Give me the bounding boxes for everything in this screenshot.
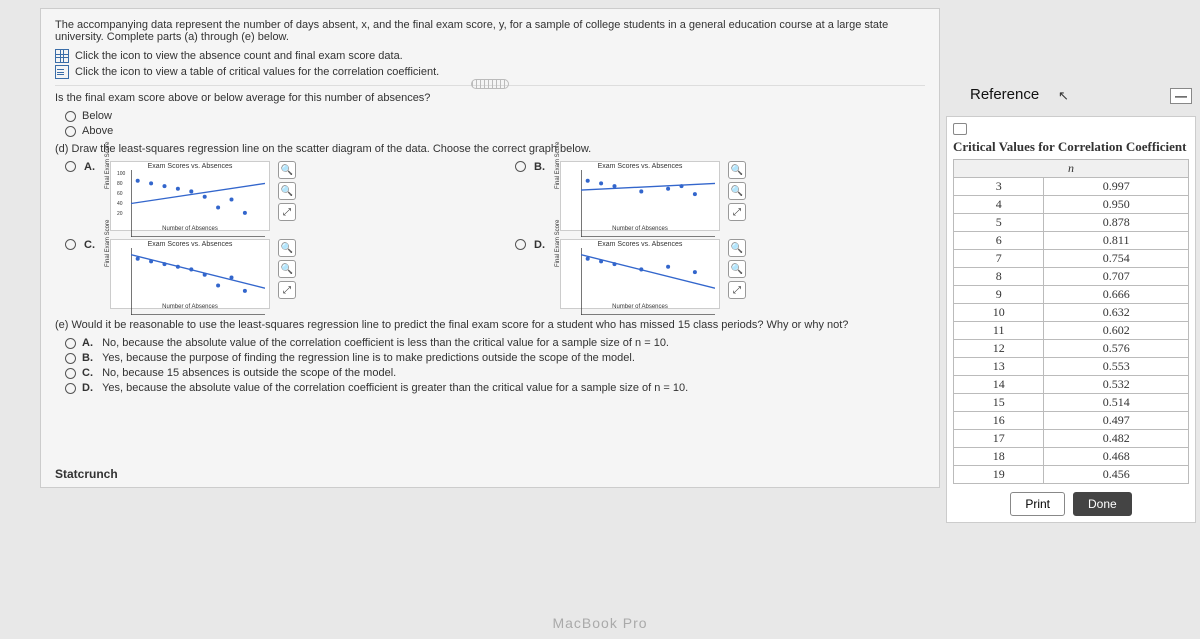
radio-above[interactable]: Above [65,125,925,137]
reference-panel: Critical Values for Correlation Coeffici… [946,116,1196,523]
table-row: 150.514 [954,394,1189,412]
radio-icon [65,338,76,349]
mini-chart-a: Exam Scores vs. Absences Final Exam Scor… [110,161,270,231]
zoom-in-icon[interactable]: 🔍 [728,239,746,257]
table-row: 80.707 [954,268,1189,286]
expand-icon[interactable]: ⤢ [278,281,296,299]
crit-link-text: Click the icon to view a table of critic… [75,66,439,78]
e-option-c[interactable]: C. No, because 15 absences is outside th… [65,367,925,379]
option-label: B. [534,161,552,173]
zoom-out-icon[interactable]: 🔍 [278,260,296,278]
zoom-out-icon[interactable]: 🔍 [728,182,746,200]
table-row: 50.878 [954,214,1189,232]
mini-chart-d: Exam Scores vs. Absences Final Exam Scor… [560,239,720,309]
radio-icon [65,126,76,137]
reference-title: Critical Values for Correlation Coeffici… [953,139,1189,155]
table-header-n: n [954,160,1189,178]
graph-option-d[interactable]: D. Exam Scores vs. Absences Final Exam S… [515,239,925,309]
table-row: 180.468 [954,448,1189,466]
done-button[interactable]: Done [1073,492,1132,516]
radio-icon [65,353,76,364]
e-option-a[interactable]: A. No, because the absolute value of the… [65,337,925,349]
table-row: 190.456 [954,466,1189,484]
radio-icon [65,239,76,250]
table-row: 90.666 [954,286,1189,304]
intro-text: The accompanying data represent the numb… [55,19,925,43]
radio-label: Above [82,125,113,137]
graph-option-c[interactable]: C. Exam Scores vs. Absences Final Exam S… [65,239,475,309]
option-label: C. [84,239,102,251]
graph-options: A. Exam Scores vs. Absences Final Exam S… [65,161,925,309]
expand-icon[interactable]: ⤢ [728,281,746,299]
drag-grip[interactable] [471,79,509,89]
radio-icon [515,161,526,172]
critical-values-table: n 30.99740.95050.87860.81170.75480.70790… [953,159,1189,484]
question-panel: The accompanying data represent the numb… [40,8,940,488]
radio-icon [515,239,526,250]
table-row: 120.576 [954,340,1189,358]
e-option-b[interactable]: B. Yes, because the purpose of finding t… [65,352,925,364]
speech-icon[interactable] [953,123,967,135]
prev-question: Is the final exam score above or below a… [55,92,925,104]
radio-icon [65,161,76,172]
table-row: 140.532 [954,376,1189,394]
radio-icon [65,383,76,394]
option-label: A. [84,161,102,173]
radio-icon [65,368,76,379]
crit-link-row[interactable]: Click the icon to view a table of critic… [55,65,925,79]
table-row: 70.754 [954,250,1189,268]
table-row: 110.602 [954,322,1189,340]
zoom-in-icon[interactable]: 🔍 [728,161,746,179]
expand-icon[interactable]: ⤢ [278,203,296,221]
table-row: 160.497 [954,412,1189,430]
table-row: 170.482 [954,430,1189,448]
reference-heading: Reference [970,86,1039,103]
mini-chart-c: Exam Scores vs. Absences Final Exam Scor… [110,239,270,309]
part-d-text: (d) Draw the least-squares regression li… [55,143,925,155]
graph-option-a[interactable]: A. Exam Scores vs. Absences Final Exam S… [65,161,475,231]
radio-label: Below [82,110,112,122]
macbook-label: MacBook Pro [552,615,647,631]
e-option-d[interactable]: D. Yes, because the absolute value of th… [65,382,925,394]
part-e-text: (e) Would it be reasonable to use the le… [55,319,925,331]
doc-icon [55,65,69,79]
table-row: 40.950 [954,196,1189,214]
radio-icon [65,111,76,122]
option-label: D. [534,239,552,251]
cursor-icon: ↖ [1058,88,1069,104]
zoom-out-icon[interactable]: 🔍 [278,182,296,200]
data-link-text: Click the icon to view the absence count… [75,50,403,62]
minimize-button[interactable]: — [1170,88,1192,104]
graph-option-b[interactable]: B. Exam Scores vs. Absences Final Exam S… [515,161,925,231]
radio-below[interactable]: Below [65,110,925,122]
statcrunch-label[interactable]: Statcrunch [55,467,118,481]
table-row: 100.632 [954,304,1189,322]
expand-icon[interactable]: ⤢ [728,203,746,221]
data-link-row[interactable]: Click the icon to view the absence count… [55,49,925,63]
zoom-out-icon[interactable]: 🔍 [728,260,746,278]
mini-chart-b: Exam Scores vs. Absences Final Exam Scor… [560,161,720,231]
zoom-in-icon[interactable]: 🔍 [278,161,296,179]
table-row: 130.553 [954,358,1189,376]
print-button[interactable]: Print [1010,492,1065,516]
table-row: 30.997 [954,178,1189,196]
zoom-in-icon[interactable]: 🔍 [278,239,296,257]
table-row: 60.811 [954,232,1189,250]
grid-icon [55,49,69,63]
